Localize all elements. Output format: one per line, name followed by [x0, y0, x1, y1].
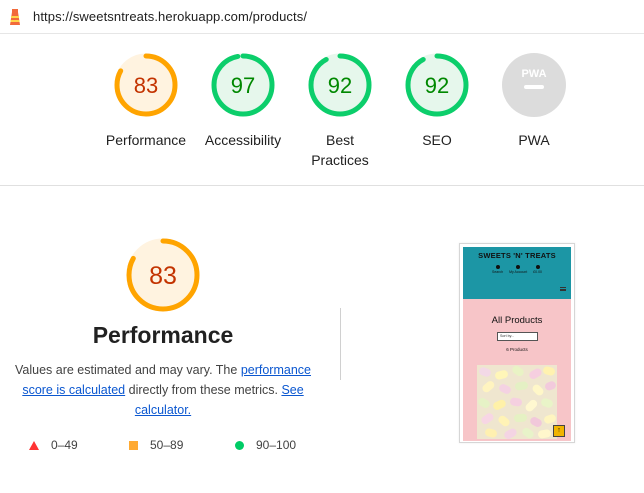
page-url[interactable]: https://sweetsntreats.herokuapp.com/prod…	[33, 9, 307, 24]
lighthouse-icon	[10, 9, 20, 25]
score-ring: 83	[126, 238, 200, 312]
score-ring: 92	[308, 53, 372, 117]
category-gauges: 83 Performance 97 Accessibility 92 Best …	[0, 34, 644, 186]
final-screenshot[interactable]: SWEETS 'N' TREATS Search My Account £0.0…	[459, 243, 575, 443]
preview-body: All Products Sort by... 6 Products	[463, 299, 571, 441]
gauge-label: SEO	[422, 132, 452, 148]
gauge-performance[interactable]: 83 Performance	[96, 52, 196, 150]
preview-nav: Search My Account £0.00	[463, 265, 571, 274]
pwa-badge-text: PWA	[521, 68, 546, 80]
performance-gauge-large: 83	[125, 237, 201, 318]
gauge-score: 92	[425, 73, 449, 98]
vertical-divider	[340, 308, 341, 380]
preview-nav-label: My Account	[509, 270, 528, 274]
desc-text: directly from these metrics.	[125, 383, 282, 397]
gauge-label: PWA	[518, 132, 550, 148]
gauge-label: Best Practices	[311, 132, 369, 168]
preview-product-count: 6 Products	[506, 347, 528, 352]
gauge-label: Accessibility	[204, 132, 282, 148]
preview-brand: SWEETS 'N' TREATS	[478, 251, 556, 260]
hamburger-icon	[560, 287, 566, 291]
arrow-up-icon: ↑	[553, 425, 565, 437]
legend-pass: 90–100	[235, 438, 296, 452]
gauge-pwa[interactable]: PWA PWA	[484, 52, 584, 150]
preview-nav-label: £0.00	[533, 270, 542, 274]
performance-score: 83	[149, 262, 177, 290]
basket-icon	[535, 265, 540, 269]
desc-text: Values are estimated and may vary. The	[15, 363, 241, 377]
legend-range: 90–100	[256, 438, 297, 452]
legend-fail: 0–49	[29, 438, 78, 452]
performance-section: 83 Performance Values are estimated and …	[0, 186, 644, 493]
preview-sort-select: Sort by...	[497, 332, 538, 341]
performance-description: Values are estimated and may vary. The p…	[14, 360, 312, 420]
user-icon	[516, 265, 521, 269]
pwa-badge-icon: PWA	[502, 53, 566, 117]
orange-square-icon	[129, 440, 138, 450]
gauge-accessibility[interactable]: 97 Accessibility	[193, 52, 293, 150]
legend-range: 50–89	[150, 438, 184, 452]
red-triangle-icon	[29, 440, 39, 450]
gauge-seo[interactable]: 92 SEO	[387, 52, 487, 150]
performance-title: Performance	[92, 322, 234, 348]
score-ring: 83	[114, 53, 178, 117]
preview-nav-account: My Account	[509, 265, 527, 274]
legend-range: 0–49	[51, 438, 78, 452]
score-ring: 97	[211, 53, 275, 117]
gauge-score: 97	[231, 73, 255, 98]
preview-nav-search: Search	[492, 265, 503, 274]
preview-nav-label: Search	[492, 270, 504, 274]
url-bar: https://sweetsntreats.herokuapp.com/prod…	[0, 0, 644, 34]
gauge-label: Performance	[105, 132, 187, 148]
gauge-best-practices[interactable]: 92 Best Practices	[290, 52, 390, 170]
sweets-image	[477, 365, 557, 439]
score-ring: 92	[405, 53, 469, 117]
search-icon	[495, 265, 500, 269]
gauge-score: 92	[328, 73, 352, 98]
preview-nav-basket: £0.00	[533, 265, 542, 274]
legend-average: 50–89	[129, 438, 183, 452]
preview-page-title: All Products	[491, 315, 543, 326]
green-circle-icon	[235, 440, 244, 450]
gauge-score: 83	[134, 73, 158, 98]
preview-product-image	[477, 365, 557, 439]
preview-header: SWEETS 'N' TREATS Search My Account £0.0…	[463, 247, 571, 299]
